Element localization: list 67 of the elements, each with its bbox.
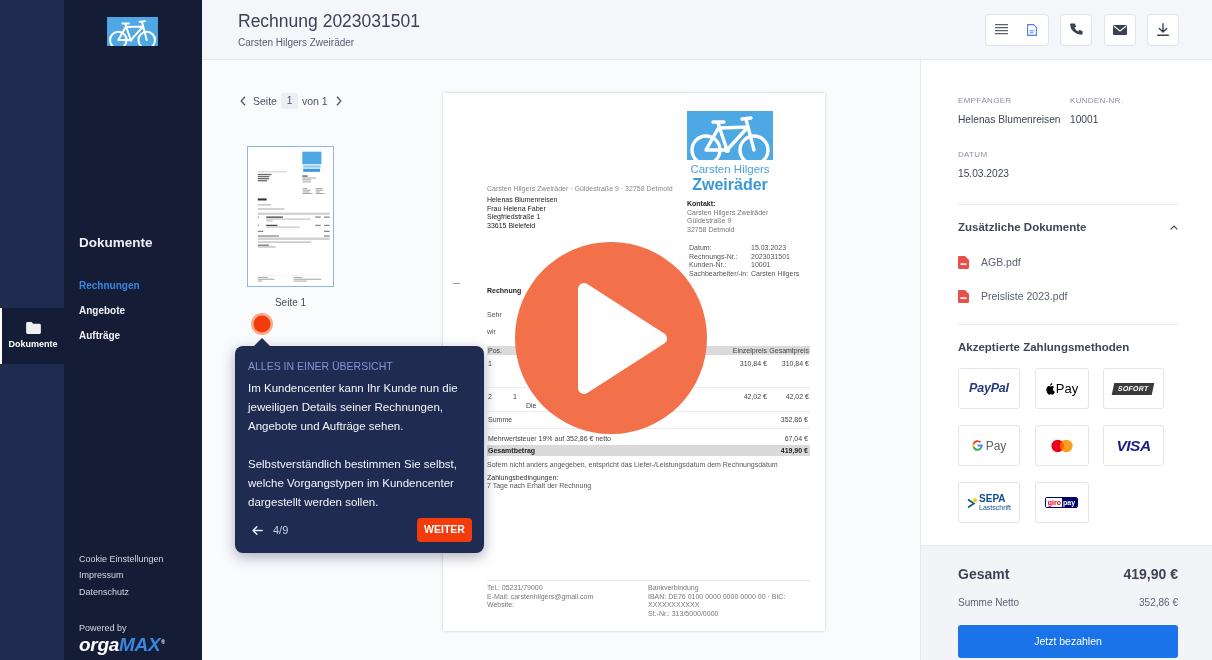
rail-tab[interactable]: Dokumente [0,308,64,364]
sidebar-link[interactable]: Angebote [79,303,126,319]
download-icon [1157,23,1169,36]
logo-text: Carsten Hilgers [689,163,771,176]
page-thumbnail[interactable] [247,146,334,287]
footer-link[interactable]: Cookie Einstellungen [79,550,164,567]
pdf-file-icon [958,255,969,269]
footer-link[interactable]: Impressum [79,567,124,584]
tooltip-text: Selbstverständlich bestimmen Sie selbst, welche Vorgangstypen im Kundencenter dargestellt werden sollen. [248,456,458,510]
sidebar-link[interactable]: Aufträge [79,328,121,344]
footer-link[interactable]: Datenschutz [79,583,130,600]
apple-icon [1044,382,1055,395]
document-icon [1027,23,1037,36]
chevron-up-icon[interactable] [1170,225,1178,230]
field-value: Helenas Blumenreisen [958,113,1062,126]
bicycle-logo-icon [687,111,773,160]
g-letter-icon [971,440,983,451]
net-amount: 352,86 € [1139,596,1178,609]
logo-text: Zweiräder [691,176,769,193]
invoice-title: Rechnung 2023031501 [238,10,420,32]
total-label: Gesamt [958,566,1010,583]
field-value: 15.03.2023 [958,167,1010,180]
net-label: Summe Netto [958,596,1020,609]
attachment-link[interactable]: Preisliste 2023.pdf [958,289,1068,303]
paypal-logo: PayPal [969,380,1009,398]
section-title: Dokumente [79,235,154,251]
next-button[interactable]: WEITER [417,518,472,542]
visa-logo: VISA [1116,435,1151,456]
tooltip-title: ALLES IN EINER ÜBERSICHT [248,360,394,372]
attachment-link[interactable]: AGB.pdf [958,255,1021,269]
company-name: Carsten Hilgers Zweiräder [238,36,356,49]
payment-logo-text: Pay [1055,381,1079,396]
section-heading: Akzeptierte Zahlungsmethoden [958,341,1131,354]
pay-button[interactable]: Jetzt bezahlen [958,625,1178,658]
email-button[interactable] [1103,13,1136,46]
sepa-logo-text: SEPA [979,493,1007,504]
payment-logo-text: Pay [985,438,1007,453]
page-number-field[interactable]: 1 [280,93,298,109]
chevron-right-icon[interactable] [335,96,342,106]
phone-icon [1069,23,1083,36]
field-label: DATUM [958,150,989,160]
tooltip-text: Im Kundencenter kann Ihr Kunde nun die jeweiligen Details seiner Rechnungen, Angebote und Aufträge sehen. [248,380,459,434]
field-label: EMPFÄNGER [958,96,1013,106]
list-icon [994,24,1008,35]
sepa-mark-icon [967,497,979,508]
pdf-file-icon [958,289,969,303]
folder-icon [25,322,41,334]
chevron-left-icon[interactable] [240,96,246,106]
thumbnail-label: Seite 1 [273,297,308,309]
arrow-left-icon[interactable] [252,525,263,535]
field-label: KUNDEN-NR. [1070,96,1125,106]
page-count: von 1 [301,94,328,109]
sidebar-link[interactable]: Rechnungen [79,278,140,294]
call-button[interactable] [1060,13,1092,46]
powered-by-label: Powered by [79,622,128,634]
card-circles-icon [1049,438,1074,453]
field-value: 10001 [1070,113,1100,126]
page-label: Seite [253,94,277,109]
download-button[interactable] [1147,13,1179,46]
envelope-icon [1112,24,1127,35]
step-counter: 4/9 [273,522,289,538]
play-icon [578,282,667,394]
total-amount: 419,90 € [1123,566,1178,583]
brand-logo: orgaMAX$^{®}$ [79,634,165,655]
hotspot-icon[interactable] [251,313,273,335]
bicycle-logo-icon [107,17,158,46]
section-heading: Zusätzliche Dokumente [958,221,1087,234]
